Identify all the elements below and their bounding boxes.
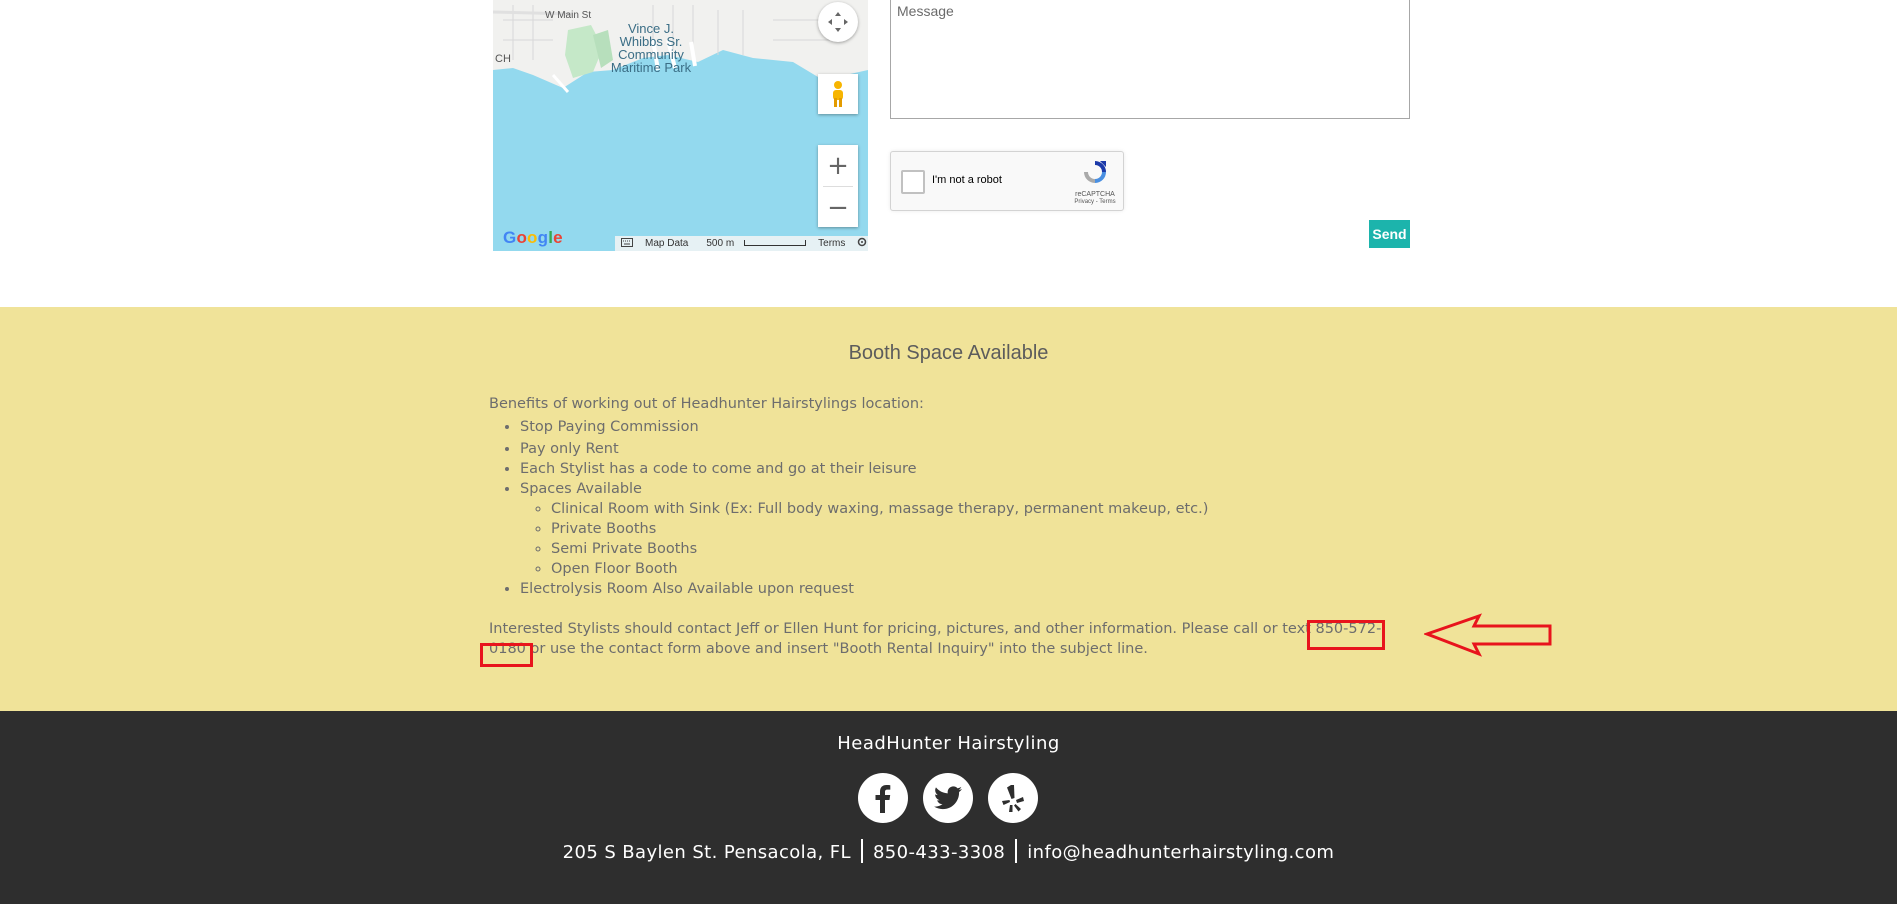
footer-address: 205 S Baylen St. Pensacola, FL bbox=[562, 842, 851, 863]
facebook-link[interactable] bbox=[858, 773, 908, 823]
site-footer: HeadHunter Hairstyling 205 S Baylen St. … bbox=[0, 711, 1897, 904]
twitter-link[interactable] bbox=[923, 773, 973, 823]
recaptcha-brand: reCAPTCHA bbox=[1075, 191, 1115, 198]
phone-highlight-box bbox=[1307, 620, 1385, 650]
space-item: Private Booths bbox=[551, 519, 1409, 539]
benefits-intro: Benefits of working out of Headhunter Ha… bbox=[489, 396, 924, 412]
recaptcha-checkbox[interactable] bbox=[901, 170, 925, 194]
send-button[interactable]: Send bbox=[1369, 220, 1410, 248]
space-item: Semi Private Booths bbox=[551, 539, 1409, 559]
map-zoom-controls: + − bbox=[818, 145, 858, 227]
footer-email-link[interactable]: info@headhunterhairstyling.com bbox=[1027, 842, 1334, 863]
street-view-pegman[interactable] bbox=[818, 74, 858, 114]
recaptcha-logo: reCAPTCHA Privacy - Terms bbox=[1073, 158, 1117, 205]
booth-description: Benefits of working out of Headhunter Ha… bbox=[489, 394, 1409, 659]
benefits-list: Stop Paying Commission Pay only Rent Eac… bbox=[520, 417, 1409, 599]
map-footer-bar: Map Data 500 m Terms bbox=[615, 236, 868, 251]
move-arrows-icon bbox=[828, 12, 848, 32]
recaptcha-widget: I'm not a robot reCAPTCHA Privacy - Term… bbox=[890, 151, 1124, 211]
map-data-link[interactable]: Map Data bbox=[639, 238, 694, 249]
recaptcha-icon bbox=[1084, 161, 1106, 183]
phone-highlight-box-continued bbox=[480, 643, 533, 667]
footer-divider bbox=[860, 839, 863, 863]
map-edge-label: CH bbox=[495, 53, 511, 65]
message-field[interactable] bbox=[891, 0, 1409, 118]
yelp-icon bbox=[1002, 785, 1024, 812]
spaces-list: Clinical Room with Sink (Ex: Full body w… bbox=[551, 499, 1409, 579]
pegman-icon bbox=[833, 81, 843, 107]
footer-phone[interactable]: 850-433-3308 bbox=[873, 842, 1005, 863]
zoom-out-button[interactable]: − bbox=[818, 187, 858, 228]
map-scale[interactable]: 500 m bbox=[694, 238, 812, 249]
map-pan-control[interactable] bbox=[818, 2, 858, 42]
benefit-item: Stop Paying Commission bbox=[520, 417, 1409, 437]
yelp-link[interactable] bbox=[988, 773, 1038, 823]
space-item: Clinical Room with Sink (Ex: Full body w… bbox=[551, 499, 1409, 519]
twitter-icon bbox=[934, 786, 962, 810]
facebook-icon bbox=[875, 785, 891, 813]
benefit-item: Pay only Rent bbox=[520, 439, 1409, 459]
benefit-item: Each Stylist has a code to come and go a… bbox=[520, 459, 1409, 479]
google-map[interactable]: W Main St CH Vince J. Whibbs Sr. Communi… bbox=[493, 0, 868, 251]
map-terms-link[interactable]: Terms bbox=[812, 238, 851, 249]
benefit-item-label: Spaces Available bbox=[520, 481, 642, 497]
benefit-item: Spaces Available Clinical Room with Sink… bbox=[520, 479, 1409, 579]
benefit-item: Electrolysis Room Also Available upon re… bbox=[520, 579, 1409, 599]
google-logo[interactable]: Google bbox=[503, 228, 563, 248]
booth-space-section: Booth Space Available Benefits of workin… bbox=[0, 307, 1897, 711]
footer-divider bbox=[1015, 839, 1018, 863]
scale-bar bbox=[744, 240, 807, 247]
social-links bbox=[858, 773, 1038, 823]
map-scale-label: 500 m bbox=[706, 238, 735, 249]
map-street-label: W Main St bbox=[545, 10, 592, 21]
page: W Main St CH Vince J. Whibbs Sr. Communi… bbox=[0, 0, 1897, 904]
contact-text-before: Interested Stylists should contact Jeff … bbox=[489, 621, 1316, 637]
booth-section-title: Booth Space Available bbox=[848, 342, 1049, 364]
red-arrow-icon bbox=[1424, 613, 1552, 657]
contact-section: W Main St CH Vince J. Whibbs Sr. Communi… bbox=[0, 0, 1897, 307]
space-item: Open Floor Booth bbox=[551, 559, 1409, 579]
recaptcha-terms-links[interactable]: Privacy - Terms bbox=[1073, 199, 1117, 205]
contact-paragraph: Interested Stylists should contact Jeff … bbox=[489, 619, 1409, 659]
map-settings-icon[interactable] bbox=[851, 237, 868, 250]
map-park-label: Vince J. Whibbs Sr. Community Maritime P… bbox=[610, 21, 692, 75]
message-field-wrapper bbox=[890, 0, 1410, 119]
keyboard-shortcuts-icon[interactable] bbox=[615, 237, 639, 250]
footer-contact-line: 205 S Baylen St. Pensacola, FL 850-433-33… bbox=[0, 839, 1897, 865]
contact-text-after: or use the contact form above and insert… bbox=[525, 641, 1148, 657]
recaptcha-label: I'm not a robot bbox=[932, 174, 1002, 186]
footer-business-name: HeadHunter Hairstyling bbox=[837, 733, 1060, 754]
zoom-in-button[interactable]: + bbox=[818, 145, 858, 186]
